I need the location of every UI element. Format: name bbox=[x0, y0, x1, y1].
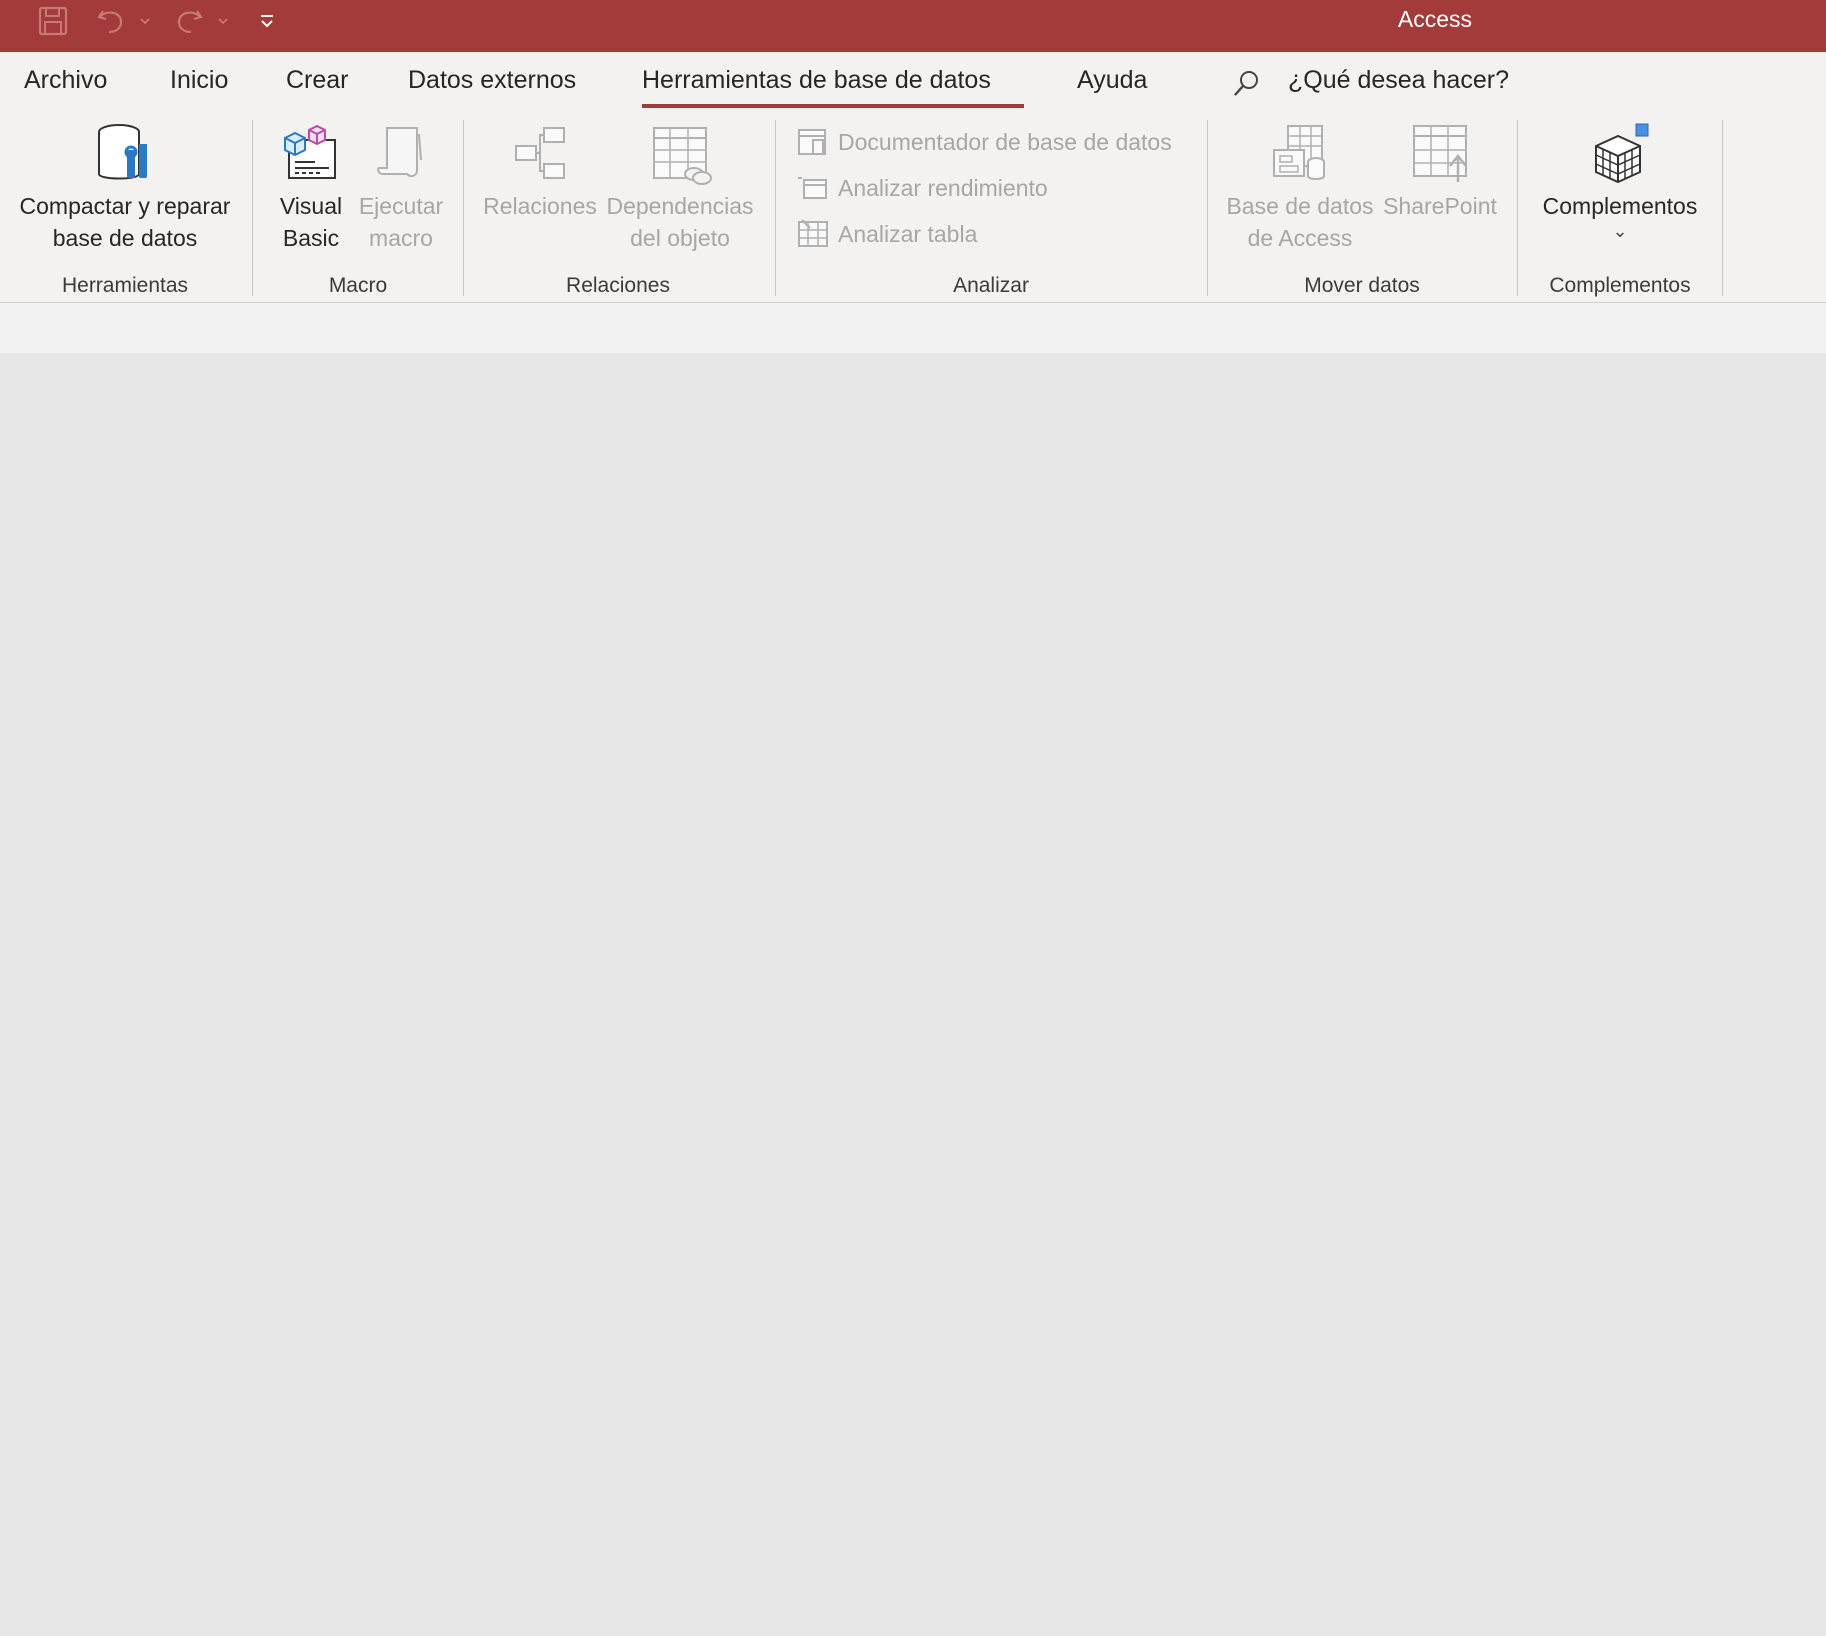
add-ins-icon bbox=[1595, 123, 1649, 184]
documenter-button[interactable]: Documentador de base de datos bbox=[796, 124, 1172, 160]
compact-repair-button[interactable]: Compactar y reparar base de datos bbox=[10, 120, 240, 254]
run-macro-button[interactable]: Ejecutar macro bbox=[356, 120, 446, 254]
group-label-macro: Macro bbox=[328, 274, 388, 297]
tab-ayuda[interactable]: Ayuda bbox=[1077, 66, 1147, 101]
group-separator bbox=[775, 120, 776, 296]
object-dependencies-icon bbox=[653, 127, 712, 185]
tell-me-box[interactable]: ¿Qué desea hacer? bbox=[1288, 66, 1509, 95]
analyze-table-label: Analizar tabla bbox=[838, 220, 978, 247]
undo-dropdown-icon[interactable] bbox=[138, 14, 152, 28]
relationships-icon bbox=[515, 127, 565, 179]
relationships-label: Relaciones bbox=[483, 193, 597, 219]
sharepoint-label: SharePoint bbox=[1383, 193, 1497, 219]
object-dependencies-button[interactable]: Dependencias del objeto bbox=[604, 120, 756, 254]
sharepoint-button[interactable]: SharePoint bbox=[1380, 120, 1500, 222]
group-separator bbox=[1722, 120, 1723, 296]
active-tab-indicator bbox=[642, 104, 1024, 108]
compact-repair-icon bbox=[98, 124, 147, 180]
chevron-down-icon: ⌄ bbox=[1612, 221, 1628, 241]
compact-repair-label-1: Compactar y reparar bbox=[19, 193, 231, 219]
visual-basic-button[interactable]: Visual Basic bbox=[270, 120, 352, 254]
tab-crear[interactable]: Crear bbox=[286, 66, 349, 101]
documenter-label: Documentador de base de datos bbox=[838, 128, 1172, 155]
tab-herramientas-de-base-de-datos[interactable]: Herramientas de base de datos bbox=[642, 66, 991, 101]
compact-repair-label-2: base de datos bbox=[52, 225, 198, 251]
group-separator bbox=[1207, 120, 1208, 296]
redo-icon[interactable] bbox=[172, 4, 206, 38]
visual-basic-label-2: Basic bbox=[282, 225, 340, 251]
ribbon: Compactar y reparar base de datos Herram… bbox=[0, 112, 1826, 303]
object-dependencies-label-2: del objeto bbox=[630, 225, 730, 251]
save-icon[interactable] bbox=[36, 4, 70, 38]
run-macro-label-1: Ejecutar bbox=[358, 193, 444, 219]
group-separator bbox=[1517, 120, 1518, 296]
app-title: Access bbox=[1397, 6, 1473, 32]
tab-archivo[interactable]: Archivo bbox=[24, 66, 107, 101]
visual-basic-icon bbox=[284, 124, 336, 179]
relationships-button[interactable]: Relaciones bbox=[480, 120, 600, 222]
search-icon[interactable] bbox=[1230, 68, 1262, 100]
run-macro-label-2: macro bbox=[369, 225, 433, 251]
access-database-button[interactable]: Base de datos de Access bbox=[1224, 120, 1376, 254]
group-label-analizar: Analizar bbox=[953, 274, 1029, 297]
object-dependencies-label-1: Dependencias bbox=[606, 193, 754, 219]
ribbon-tabs: Archivo Inicio Crear Datos externos Herr… bbox=[0, 52, 1826, 112]
analyze-performance-button[interactable]: Analizar rendimiento bbox=[796, 170, 1048, 206]
group-label-complementos: Complementos bbox=[1549, 274, 1691, 297]
tab-datos-externos[interactable]: Datos externos bbox=[408, 66, 576, 101]
group-separator bbox=[463, 120, 464, 296]
group-label-relaciones: Relaciones bbox=[566, 274, 670, 297]
redo-dropdown-icon[interactable] bbox=[216, 14, 230, 28]
group-label-mover-datos: Mover datos bbox=[1304, 274, 1420, 297]
access-database-icon bbox=[1273, 125, 1325, 180]
group-separator bbox=[252, 120, 253, 296]
documenter-icon bbox=[798, 129, 826, 155]
run-macro-icon bbox=[377, 127, 422, 178]
title-bar: Access bbox=[0, 0, 1826, 52]
analyze-table-button[interactable]: Analizar tabla bbox=[796, 216, 977, 252]
access-database-label-1: Base de datos bbox=[1226, 193, 1374, 219]
group-label-herramientas: Herramientas bbox=[61, 274, 189, 297]
tab-inicio[interactable]: Inicio bbox=[170, 66, 228, 101]
undo-icon[interactable] bbox=[94, 4, 128, 38]
access-database-label-2: de Access bbox=[1247, 225, 1353, 251]
sharepoint-icon bbox=[1413, 125, 1467, 182]
add-ins-button[interactable]: Complementos ⌄ bbox=[1530, 120, 1710, 240]
analyze-table-icon bbox=[798, 219, 828, 247]
workspace bbox=[0, 353, 1826, 1636]
add-ins-label: Complementos bbox=[1542, 193, 1698, 219]
customize-qat-icon[interactable] bbox=[250, 4, 284, 38]
visual-basic-label-1: Visual bbox=[279, 193, 343, 219]
analyze-performance-label: Analizar rendimiento bbox=[838, 174, 1048, 201]
message-bar-area bbox=[0, 303, 1826, 353]
analyze-performance-icon bbox=[798, 177, 827, 199]
